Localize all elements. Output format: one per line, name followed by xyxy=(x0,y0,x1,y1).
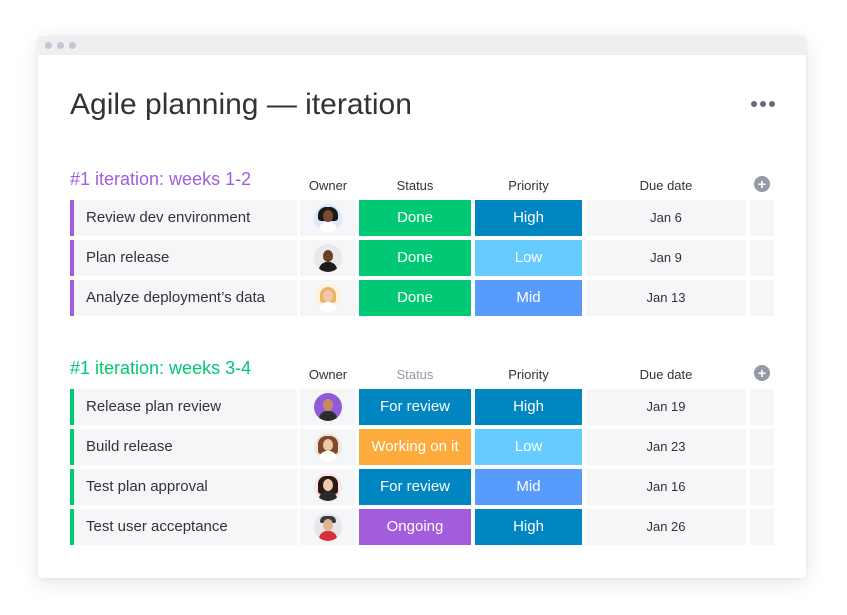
item-name[interactable]: Analyze deployment’s data xyxy=(70,280,297,316)
window-dot-icon xyxy=(69,42,76,49)
due-date[interactable]: Jan 23 xyxy=(586,429,746,465)
empty-cell xyxy=(750,509,774,545)
column-header-status[interactable]: Status xyxy=(359,367,471,382)
priority-badge[interactable]: Mid xyxy=(475,280,582,316)
priority-badge[interactable]: Mid xyxy=(475,469,582,505)
column-header-owner[interactable]: Owner xyxy=(300,178,356,193)
column-header-priority[interactable]: Priority xyxy=(475,178,582,193)
empty-cell xyxy=(750,389,774,425)
item-name[interactable]: Test user acceptance xyxy=(70,509,297,545)
avatar xyxy=(314,393,342,421)
priority-badge[interactable]: High xyxy=(475,389,582,425)
window-dot-icon xyxy=(45,42,52,49)
column-header-priority[interactable]: Priority xyxy=(475,367,582,382)
avatar xyxy=(314,513,342,541)
item-name[interactable]: Plan release xyxy=(70,240,297,276)
priority-badge[interactable]: High xyxy=(475,200,582,236)
priority-badge[interactable]: Low xyxy=(475,429,582,465)
more-dots-icon[interactable] xyxy=(751,98,777,110)
item-name[interactable]: Build release xyxy=(70,429,297,465)
avatar xyxy=(314,204,342,232)
status-badge[interactable]: Done xyxy=(359,280,471,316)
due-date[interactable]: Jan 13 xyxy=(586,280,746,316)
avatar xyxy=(314,433,342,461)
avatar xyxy=(314,473,342,501)
plus-circle-icon[interactable]: + xyxy=(754,176,770,192)
column-header-due-date[interactable]: Due date xyxy=(586,178,746,193)
priority-badge[interactable]: Low xyxy=(475,240,582,276)
owner-cell[interactable] xyxy=(300,389,356,425)
avatar xyxy=(314,284,342,312)
owner-cell[interactable] xyxy=(300,240,356,276)
owner-cell[interactable] xyxy=(300,509,356,545)
item-name[interactable]: Release plan review xyxy=(70,389,297,425)
due-date[interactable]: Jan 19 xyxy=(586,389,746,425)
column-header-status[interactable]: Status xyxy=(359,178,471,193)
status-badge[interactable]: For review xyxy=(359,389,471,425)
item-name[interactable]: Test plan approval xyxy=(70,469,297,505)
window-dot-icon xyxy=(57,42,64,49)
column-header-due-date[interactable]: Due date xyxy=(586,367,746,382)
due-date[interactable]: Jan 16 xyxy=(586,469,746,505)
status-badge[interactable]: Ongoing xyxy=(359,509,471,545)
owner-cell[interactable] xyxy=(300,200,356,236)
empty-cell xyxy=(750,469,774,505)
owner-cell[interactable] xyxy=(300,429,356,465)
board-window: Agile planning — iteration #1 iteration:… xyxy=(38,36,806,578)
priority-badge[interactable]: High xyxy=(475,509,582,545)
status-badge[interactable]: Working on it xyxy=(359,429,471,465)
due-date[interactable]: Jan 6 xyxy=(586,200,746,236)
plus-circle-icon[interactable]: + xyxy=(754,365,770,381)
group-title[interactable]: #1 iteration: weeks 1-2 xyxy=(70,169,251,190)
status-badge[interactable]: Done xyxy=(359,240,471,276)
group-title[interactable]: #1 iteration: weeks 3-4 xyxy=(70,358,251,379)
column-header-owner[interactable]: Owner xyxy=(300,367,356,382)
status-badge[interactable]: Done xyxy=(359,200,471,236)
owner-cell[interactable] xyxy=(300,280,356,316)
empty-cell xyxy=(750,280,774,316)
empty-cell xyxy=(750,200,774,236)
status-badge[interactable]: For review xyxy=(359,469,471,505)
page-title: Agile planning — iteration xyxy=(70,88,412,121)
empty-cell xyxy=(750,429,774,465)
due-date[interactable]: Jan 9 xyxy=(586,240,746,276)
empty-cell xyxy=(750,240,774,276)
due-date[interactable]: Jan 26 xyxy=(586,509,746,545)
window-titlebar xyxy=(38,36,806,55)
item-name[interactable]: Review dev environment xyxy=(70,200,297,236)
avatar xyxy=(314,244,342,272)
owner-cell[interactable] xyxy=(300,469,356,505)
